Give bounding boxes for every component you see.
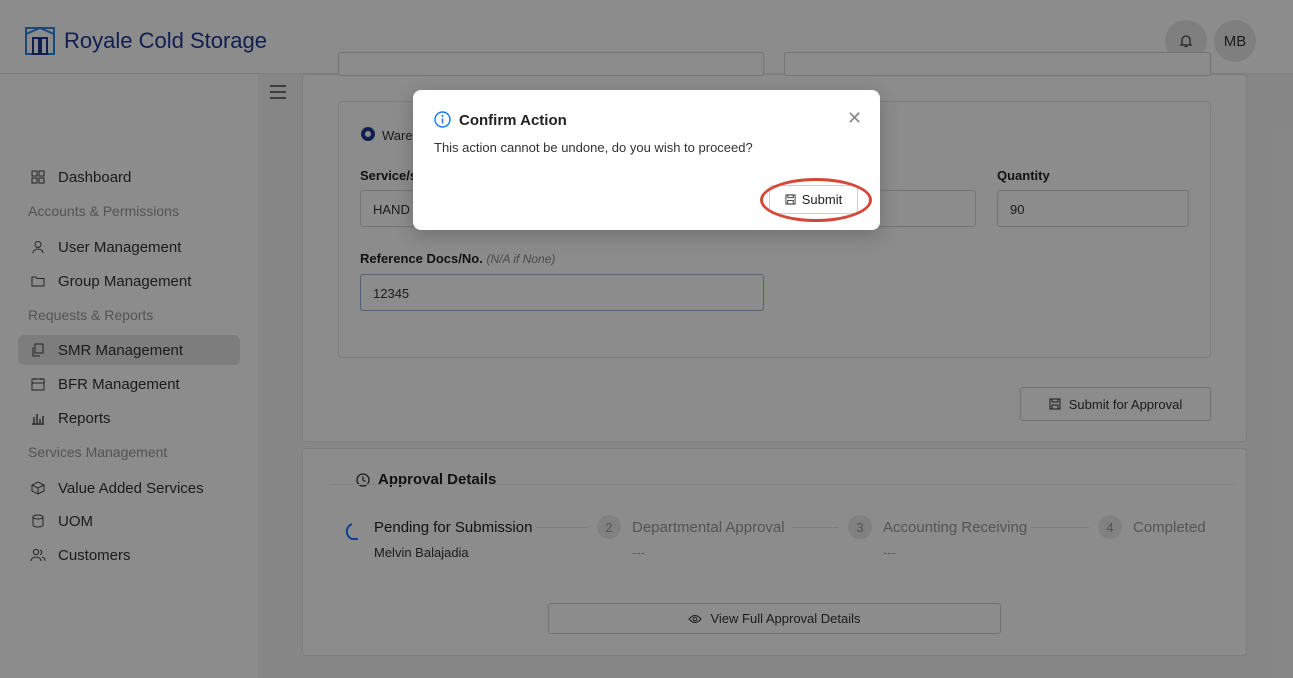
dialog-title: Confirm Action (459, 112, 567, 129)
highlight-ring (760, 178, 872, 222)
close-icon[interactable]: ✕ (847, 108, 862, 129)
info-icon (434, 111, 451, 128)
dialog-message: This action cannot be undone, do you wis… (434, 140, 753, 155)
